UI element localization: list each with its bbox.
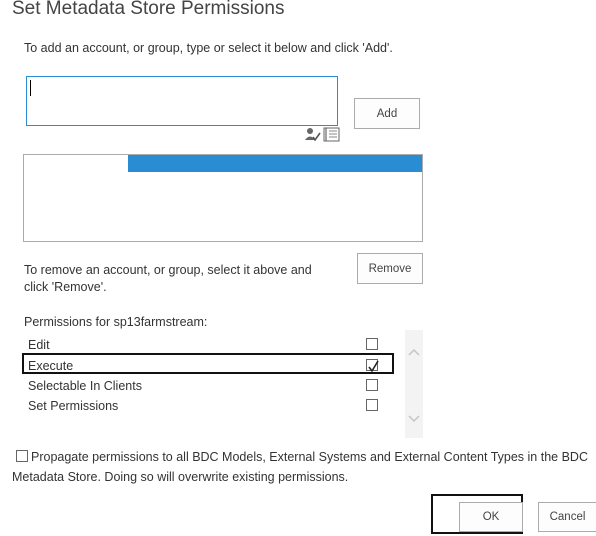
- chevron-down-icon[interactable]: [408, 411, 420, 423]
- chevron-up-icon[interactable]: [408, 344, 420, 356]
- list-row-mask: [24, 155, 128, 172]
- text-caret: [30, 80, 31, 96]
- add-instruction: To add an account, or group, type or sel…: [24, 41, 393, 55]
- propagate-text-line1: Propagate permissions to all BDC Models,…: [31, 450, 588, 464]
- permission-checkbox-selectable[interactable]: [366, 379, 378, 391]
- selected-account-row[interactable]: [128, 155, 422, 172]
- accounts-list[interactable]: [23, 154, 423, 242]
- address-book-icon[interactable]: [323, 127, 340, 142]
- propagate-checkbox[interactable]: [16, 450, 28, 462]
- dialog-title: Set Metadata Store Permissions: [12, 0, 285, 19]
- propagate-text-line2: Metadata Store. Doing so will overwrite …: [12, 470, 349, 484]
- check-names-icon[interactable]: [305, 127, 321, 142]
- cancel-button[interactable]: Cancel: [538, 502, 596, 532]
- execute-highlight-frame: [22, 353, 394, 374]
- permission-checkbox-edit[interactable]: [366, 338, 378, 350]
- permissions-header: Permissions for sp13farmstream:: [24, 315, 208, 329]
- people-picker-input[interactable]: [26, 76, 338, 126]
- permission-label-selectable: Selectable In Clients: [28, 379, 142, 393]
- permission-label-edit: Edit: [28, 338, 50, 352]
- add-button[interactable]: Add: [354, 98, 420, 129]
- remove-instruction-line1: To remove an account, or group, select i…: [24, 263, 312, 277]
- remove-button[interactable]: Remove: [357, 253, 423, 284]
- ok-button[interactable]: OK: [459, 502, 523, 532]
- permission-checkbox-set-permissions[interactable]: [366, 399, 378, 411]
- remove-instruction-line2: click 'Remove'.: [24, 280, 107, 294]
- permission-label-set-permissions: Set Permissions: [28, 399, 119, 413]
